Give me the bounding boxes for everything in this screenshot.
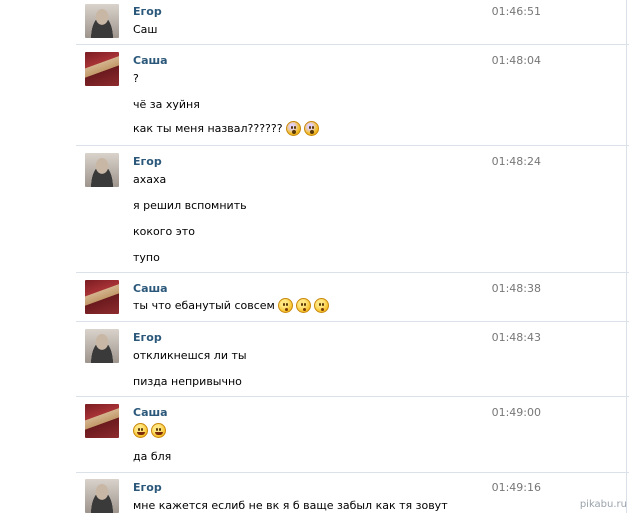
avatar[interactable] xyxy=(85,52,119,86)
message-time[interactable]: 01:48:43 xyxy=(492,331,541,344)
avatar[interactable] xyxy=(85,153,119,187)
message-divider xyxy=(76,321,629,322)
message-text: ? xyxy=(133,72,139,85)
avatar[interactable] xyxy=(85,404,119,438)
message-text: ты что ебанутый совсем xyxy=(133,298,329,313)
message-text: да бля xyxy=(133,450,172,463)
author-name[interactable]: Егор xyxy=(133,331,162,344)
laugh-emoji-icon xyxy=(133,423,148,438)
message-text xyxy=(133,423,166,438)
author-name[interactable]: Егор xyxy=(133,5,162,18)
message-text: кокого это xyxy=(133,225,195,238)
message-time[interactable]: 01:49:16 xyxy=(492,481,541,494)
avatar[interactable] xyxy=(85,329,119,363)
message-time[interactable]: 01:48:24 xyxy=(492,155,541,168)
message-divider xyxy=(76,472,629,473)
message-text: я решил вспомнить xyxy=(133,199,247,212)
watermark: pikabu.ru xyxy=(579,499,627,510)
message-divider xyxy=(76,396,629,397)
author-name[interactable]: Саша xyxy=(133,282,168,295)
message-text: мне кажется еслиб не вк я б ваще забыл к… xyxy=(133,499,448,512)
message-time[interactable]: 01:48:38 xyxy=(492,282,541,295)
message-text: ахаха xyxy=(133,173,167,186)
message-text: как ты меня назвал?????? xyxy=(133,121,319,136)
message-divider xyxy=(76,44,629,45)
avatar[interactable] xyxy=(85,479,119,513)
message-divider xyxy=(76,272,629,273)
author-name[interactable]: Егор xyxy=(133,155,162,168)
avatar[interactable] xyxy=(85,280,119,314)
avatar[interactable] xyxy=(85,4,119,38)
message-divider xyxy=(76,145,629,146)
kiss-emoji-icon xyxy=(313,298,329,313)
message-text: Саш xyxy=(133,23,158,36)
author-name[interactable]: Егор xyxy=(133,481,162,494)
message-text: чё за хуйня xyxy=(133,98,200,111)
kiss-emoji-icon xyxy=(295,298,311,313)
scream-emoji-icon xyxy=(303,121,319,136)
message-text: тупо xyxy=(133,251,160,264)
author-name[interactable]: Саша xyxy=(133,54,168,67)
laugh-emoji-icon xyxy=(151,423,166,438)
author-name[interactable]: Саша xyxy=(133,406,168,419)
message-time[interactable]: 01:48:04 xyxy=(492,54,541,67)
message-text: откликнешся ли ты xyxy=(133,349,247,362)
scream-emoji-icon xyxy=(285,121,301,136)
message-text: пизда непривычно xyxy=(133,375,242,388)
kiss-emoji-icon xyxy=(277,298,293,313)
message-time[interactable]: 01:46:51 xyxy=(492,5,541,18)
message-time[interactable]: 01:49:00 xyxy=(492,406,541,419)
